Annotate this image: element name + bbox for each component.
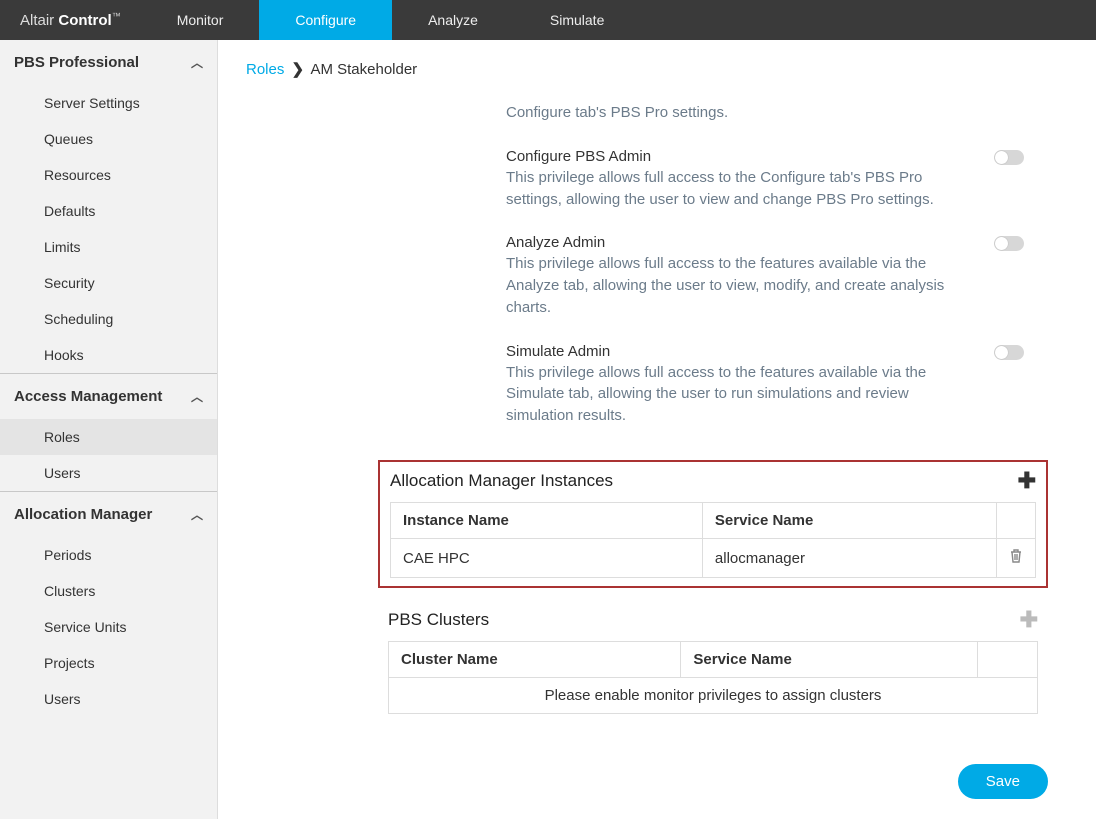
sidebar-item-limits[interactable]: Limits	[0, 229, 217, 265]
sidebar-header-access[interactable]: Access Management ︿	[0, 374, 217, 419]
sidebar-item-periods[interactable]: Periods	[0, 537, 217, 573]
privilege-title: Simulate Admin	[506, 343, 980, 360]
brand-prefix: Altair	[20, 12, 54, 29]
privilege-configure-pbs-admin: Configure PBS Admin This privilege allow…	[506, 148, 1024, 211]
sidebar-section-alloc: Allocation Manager ︿ Periods Clusters Se…	[0, 492, 217, 717]
col-service-name: Service Name	[702, 503, 996, 539]
sidebar-item-service-units[interactable]: Service Units	[0, 609, 217, 645]
col-cluster-name: Cluster Name	[389, 642, 681, 678]
cell-instance-name: CAE HPC	[391, 539, 703, 578]
pbs-clusters-table: Cluster Name Service Name Please enable …	[388, 641, 1038, 714]
toggle-configure-pbs-admin[interactable]	[994, 150, 1024, 165]
nav-simulate[interactable]: Simulate	[514, 0, 640, 40]
table-row: CAE HPC allocmanager	[391, 539, 1036, 578]
brand: Altair Control™	[0, 11, 141, 29]
main-content: Roles ❯ AM Stakeholder ▾ Configure tab's…	[218, 40, 1096, 819]
alloc-instances-box: Allocation Manager Instances ✚ Instance …	[378, 460, 1048, 588]
col-service-name: Service Name	[681, 642, 978, 678]
sidebar-title-access: Access Management	[14, 388, 162, 405]
privilege-desc: This privilege allows full access to the…	[506, 253, 980, 318]
privileges-panel: ▾ Configure tab's PBS Pro settings. Conf…	[506, 102, 1034, 447]
col-instance-name: Instance Name	[391, 503, 703, 539]
sidebar-item-defaults[interactable]: Defaults	[0, 193, 217, 229]
alloc-instances-title: Allocation Manager Instances	[390, 471, 613, 491]
chevron-up-icon: ︿	[191, 506, 203, 523]
privilege-analyze-admin: Analyze Admin This privilege allows full…	[506, 234, 1024, 318]
col-actions	[997, 503, 1036, 539]
pbs-clusters-box: PBS Clusters ✚ Cluster Name Service Name…	[378, 601, 1048, 722]
alloc-instances-table: Instance Name Service Name CAE HPC alloc…	[390, 502, 1036, 578]
toggle-simulate-admin[interactable]	[994, 345, 1024, 360]
privilege-title: Configure PBS Admin	[506, 148, 980, 165]
cell-service-name: allocmanager	[702, 539, 996, 578]
nav-monitor[interactable]: Monitor	[141, 0, 260, 40]
col-actions	[977, 642, 1037, 678]
sidebar-item-alloc-users[interactable]: Users	[0, 681, 217, 717]
privilege-desc: This privilege allows full access to the…	[506, 362, 980, 427]
top-nav: Monitor Configure Analyze Simulate	[141, 0, 641, 40]
sidebar: PBS Professional ︿ Server Settings Queue…	[0, 40, 218, 819]
sidebar-item-queues[interactable]: Queues	[0, 121, 217, 157]
privilege-title: Analyze Admin	[506, 234, 980, 251]
sidebar-header-alloc[interactable]: Allocation Manager ︿	[0, 492, 217, 537]
sidebar-item-server-settings[interactable]: Server Settings	[0, 85, 217, 121]
chevron-up-icon: ︿	[191, 388, 203, 405]
nav-analyze[interactable]: Analyze	[392, 0, 514, 40]
toggle-analyze-admin[interactable]	[994, 236, 1024, 251]
breadcrumb-roles-link[interactable]: Roles	[246, 61, 284, 78]
sidebar-item-security[interactable]: Security	[0, 265, 217, 301]
add-cluster-button: ✚	[1020, 609, 1038, 631]
sidebar-item-users[interactable]: Users	[0, 455, 217, 491]
sidebar-section-pbs: PBS Professional ︿ Server Settings Queue…	[0, 40, 217, 373]
privilege-desc: This privilege allows full access to the…	[506, 167, 980, 211]
trash-icon[interactable]	[1009, 548, 1023, 564]
sidebar-item-projects[interactable]: Projects	[0, 645, 217, 681]
breadcrumb: Roles ❯ AM Stakeholder	[246, 60, 1068, 78]
save-button[interactable]: Save	[958, 764, 1048, 799]
breadcrumb-current: AM Stakeholder	[310, 61, 417, 78]
sidebar-title-alloc: Allocation Manager	[14, 506, 152, 523]
chevron-up-icon: ︿	[191, 54, 203, 71]
privilege-simulate-admin: Simulate Admin This privilege allows ful…	[506, 343, 1024, 427]
nav-configure[interactable]: Configure	[259, 0, 392, 40]
sidebar-item-clusters[interactable]: Clusters	[0, 573, 217, 609]
clusters-empty-msg: Please enable monitor privileges to assi…	[389, 678, 1038, 714]
sidebar-item-hooks[interactable]: Hooks	[0, 337, 217, 373]
sidebar-title-pbs: PBS Professional	[14, 54, 139, 71]
sidebar-section-access: Access Management ︿ Roles Users	[0, 374, 217, 491]
pbs-clusters-title: PBS Clusters	[388, 610, 489, 630]
privilege-intro-tail: Configure tab's PBS Pro settings.	[506, 102, 1024, 124]
sidebar-header-pbs[interactable]: PBS Professional ︿	[0, 40, 217, 85]
brand-tm: ™	[112, 11, 121, 21]
chevron-right-icon: ❯	[292, 61, 305, 78]
top-bar: Altair Control™ Monitor Configure Analyz…	[0, 0, 1096, 40]
sidebar-item-roles[interactable]: Roles	[0, 419, 217, 455]
table-row: Please enable monitor privileges to assi…	[389, 678, 1038, 714]
sidebar-item-scheduling[interactable]: Scheduling	[0, 301, 217, 337]
add-instance-button[interactable]: ✚	[1018, 470, 1036, 492]
sidebar-item-resources[interactable]: Resources	[0, 157, 217, 193]
brand-name: Control	[58, 12, 111, 29]
